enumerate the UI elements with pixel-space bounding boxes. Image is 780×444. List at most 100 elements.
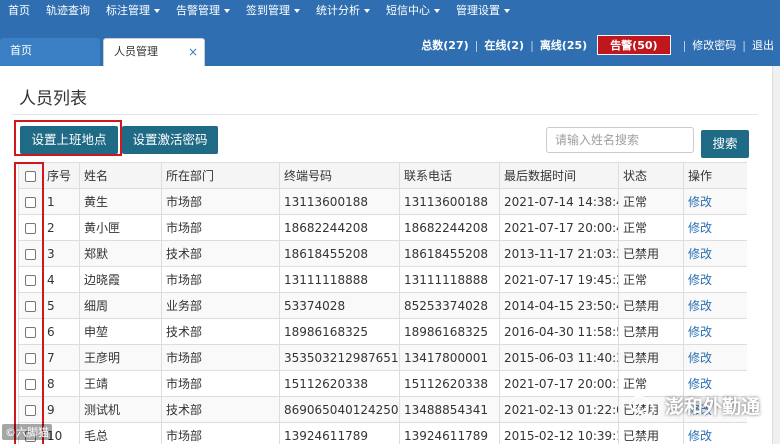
caret-down-icon (364, 9, 370, 13)
offline-count[interactable]: 离线(25) (540, 37, 587, 53)
logout-link[interactable]: 退出 (752, 37, 774, 53)
caret-down-icon (504, 9, 510, 13)
table-cell: 市场部 (161, 214, 280, 241)
table-cell: 85253374028 (399, 292, 500, 319)
table-cell: 毛总 (79, 422, 162, 444)
nav-item-label: 标注管理 (106, 4, 150, 17)
table-row: 10 毛总 市场部 13924611789 13924611789 2015-02-12 … (18, 422, 747, 444)
table-cell: 申堃 (79, 318, 162, 345)
table-cell: 2021-02-13 01:22:01 (499, 396, 619, 423)
tab-user-management[interactable]: 人员管理 × (103, 38, 205, 66)
edit-link[interactable]: 修改 (683, 214, 747, 241)
column-header: 操作 (683, 162, 747, 189)
title-divider (12, 114, 758, 115)
tab-home[interactable]: 首页 (0, 38, 100, 66)
table-cell: 市场部 (161, 344, 280, 371)
nav-item-1[interactable]: 首页 (0, 0, 38, 22)
nav-item-label: 短信中心 (386, 4, 430, 17)
table-row: 7 王彦明 市场部 353503212987651 13417800001 2015-06… (18, 344, 747, 371)
nav-item-6[interactable]: 统计分析 (308, 0, 378, 22)
table-header-row: 序号 姓名 所在部门 终端号码 联系电话 最后数据时间 状态 操作 (18, 162, 747, 189)
nav-item-2[interactable]: 轨迹查询 (38, 0, 98, 22)
watermark-right-text: 澎和外勤通 (664, 396, 760, 418)
nav-item-7[interactable]: 短信中心 (378, 0, 448, 22)
nav-item-8[interactable]: 管理设置 (448, 0, 518, 22)
table-cell: 13924611789 (399, 422, 500, 444)
table-cell: 13924611789 (279, 422, 400, 444)
table-row: 5 细周 业务部 53374028 85253374028 2014-04-15 23:5… (18, 292, 747, 319)
nav-item-label: 管理设置 (456, 4, 500, 17)
table-cell: 边晓霞 (79, 266, 162, 293)
table-row: 4 边晓霞 市场部 13111118888 13111118888 2021-07-17 … (18, 266, 747, 293)
table-cell: 2021-07-14 14:38:46 (499, 188, 619, 215)
column-header: 序号 (42, 162, 80, 189)
caret-down-icon (294, 9, 300, 13)
table-cell: 正常 (618, 188, 684, 215)
set-activation-password-button[interactable]: 设置激活密码 (122, 126, 218, 154)
edit-link[interactable]: 修改 (683, 422, 747, 444)
table-cell: 13111118888 (399, 266, 500, 293)
change-password-link[interactable]: 修改密码 (692, 37, 736, 53)
table-row: 2 黄小匣 市场部 18682244208 18682244208 2021-07-17 … (18, 214, 747, 241)
online-count[interactable]: 在线(2) (484, 37, 524, 53)
table-cell: 市场部 (161, 370, 280, 397)
table-cell: 13488854341 (399, 396, 500, 423)
wechat-icon (629, 395, 655, 416)
column-header: 所在部门 (161, 162, 280, 189)
nav-item-4[interactable]: 告警管理 (168, 0, 238, 22)
edit-link[interactable]: 修改 (683, 240, 747, 267)
nav-item-label: 告警管理 (176, 4, 220, 17)
table-cell: 2021-07-17 20:00:44 (499, 214, 619, 241)
column-header: 终端号码 (279, 162, 400, 189)
table-cell: 5 (42, 292, 80, 319)
table-cell: 18986168325 (399, 318, 500, 345)
nav-item-label: 轨迹查询 (46, 4, 90, 17)
table-cell: 353503212987651 (279, 344, 400, 371)
alarm-badge[interactable]: 告警(50) (597, 35, 671, 55)
table-cell: 2021-07-17 20:00:13 (499, 370, 619, 397)
table-cell: 13111118888 (279, 266, 400, 293)
column-header: 最后数据时间 (499, 162, 619, 189)
tab-bar: 首页 人员管理 × 总数(27) | 在线(2) | 离线(25) 告警(50)… (0, 22, 780, 66)
top-navigation: 首页 轨迹查询 标注管理 告警管理 签到管理 统计分析 短信中心 管理设置 (0, 0, 780, 22)
nav-item-5[interactable]: 签到管理 (238, 0, 308, 22)
table-cell: 黄生 (79, 188, 162, 215)
table-cell: 已禁用 (618, 240, 684, 267)
search-button[interactable]: 搜索 (701, 130, 749, 158)
table-cell: 13113600188 (399, 188, 500, 215)
table-cell: 市场部 (161, 422, 280, 444)
edit-link[interactable]: 修改 (683, 292, 747, 319)
table-cell: 7 (42, 344, 80, 371)
nav-item-3[interactable]: 标注管理 (98, 0, 168, 22)
highlight-box (14, 120, 122, 156)
edit-link[interactable]: 修改 (683, 188, 747, 215)
table-cell: 业务部 (161, 292, 280, 319)
close-icon[interactable]: × (188, 39, 198, 65)
table-cell: 2016-04-30 11:58:59 (499, 318, 619, 345)
table-cell: 15112620338 (399, 370, 500, 397)
table-cell: 已禁用 (618, 344, 684, 371)
caret-down-icon (434, 9, 440, 13)
name-search-input[interactable] (546, 127, 694, 153)
status-separator: | (742, 38, 746, 52)
table-cell: 王彦明 (79, 344, 162, 371)
edit-link[interactable]: 修改 (683, 318, 747, 345)
table-cell: 13417800001 (399, 344, 500, 371)
table-cell: 已禁用 (618, 292, 684, 319)
edit-link[interactable]: 修改 (683, 266, 747, 293)
table-cell: 市场部 (161, 266, 280, 293)
table-cell: 18682244208 (279, 214, 400, 241)
table-cell: 已禁用 (618, 318, 684, 345)
table-cell: 6 (42, 318, 80, 345)
total-count[interactable]: 总数(27) (421, 37, 468, 53)
scrollbar[interactable] (772, 66, 780, 444)
edit-link[interactable]: 修改 (683, 344, 747, 371)
status-area: 总数(27) | 在线(2) | 离线(25) 告警(50) | 修改密码 | … (421, 35, 780, 55)
table-cell: 技术部 (161, 318, 280, 345)
table-cell: 18618455208 (279, 240, 400, 267)
page-title: 人员列表 (19, 89, 87, 109)
tab-user-management-label: 人员管理 (114, 45, 158, 58)
table-cell: 郑默 (79, 240, 162, 267)
table-cell: 细周 (79, 292, 162, 319)
column-header: 状态 (618, 162, 684, 189)
